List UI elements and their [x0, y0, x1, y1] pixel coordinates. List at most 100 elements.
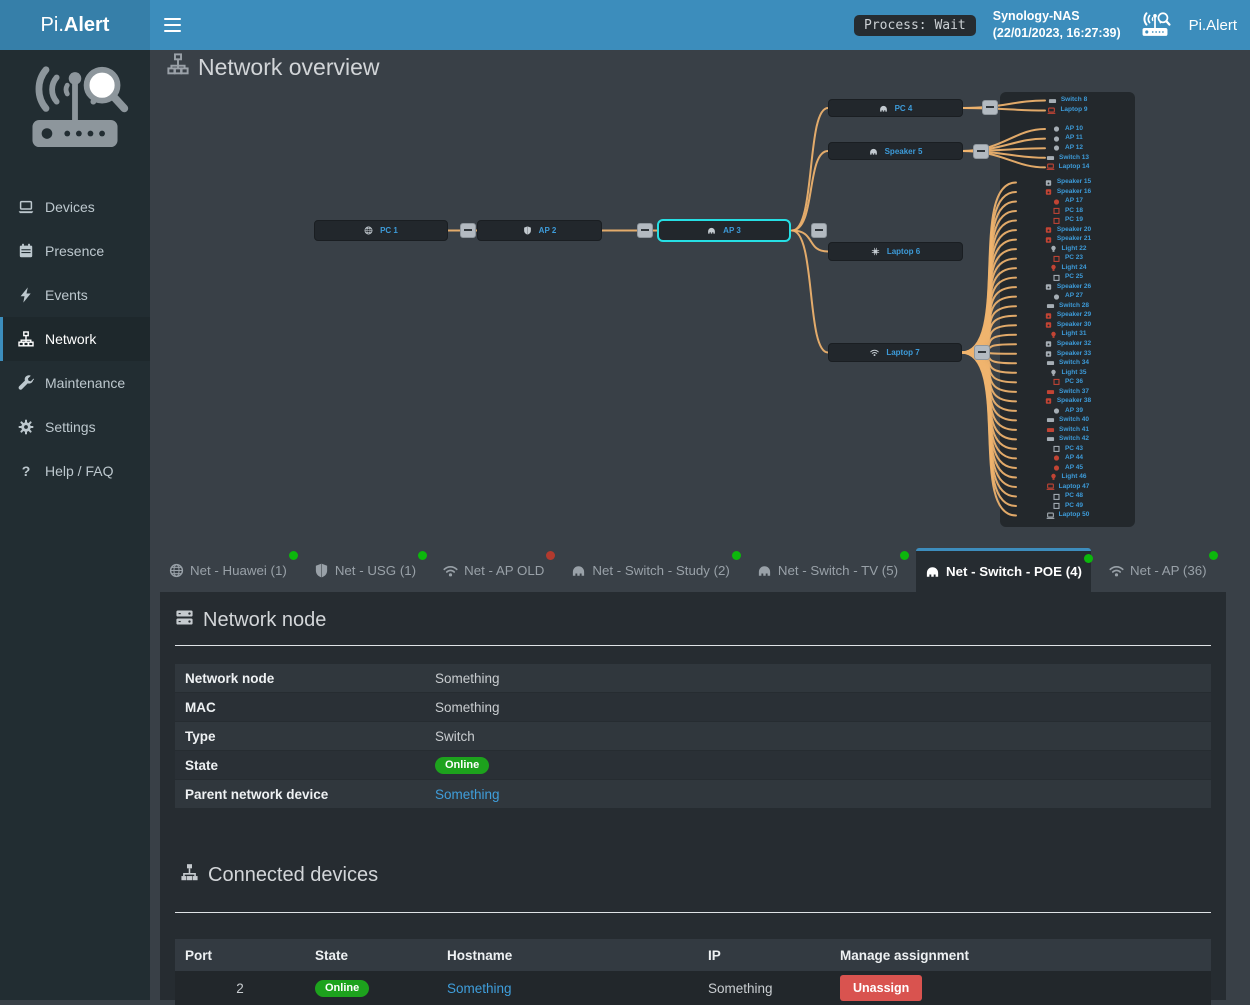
- sidebar-item-label: Devices: [45, 199, 95, 215]
- cluster-device[interactable]: PC 43: [1000, 444, 1135, 454]
- cluster-device[interactable]: Light 24: [1000, 263, 1135, 273]
- graph-node-ap3[interactable]: AP 3: [657, 219, 791, 242]
- network-tabs: Net - Huawei (1) Net - USG (1)Net - AP OL…: [160, 548, 1240, 592]
- cluster-device-label: AP 27: [1065, 293, 1083, 300]
- cluster-device[interactable]: Speaker 21: [1000, 235, 1135, 245]
- navbar-body: Process: Wait Synology-NAS (22/01/2023, …: [150, 0, 1250, 50]
- graph-node-laptop6[interactable]: Laptop 6: [828, 242, 963, 261]
- cluster-device[interactable]: Speaker 15: [1000, 178, 1135, 188]
- cluster-device[interactable]: AP 39: [1000, 406, 1135, 416]
- cluster-device[interactable]: PC 23: [1000, 254, 1135, 264]
- cluster-device[interactable]: Switch 34: [1000, 359, 1135, 369]
- cluster-device[interactable]: AP 44: [1000, 454, 1135, 464]
- cluster-device[interactable]: Speaker 26: [1000, 282, 1135, 292]
- graph-node-laptop7[interactable]: Laptop 7: [828, 343, 962, 362]
- cluster-device[interactable]: AP 17: [1000, 197, 1135, 207]
- collapse-node-button[interactable]: [460, 223, 476, 238]
- cluster-device-label: Light 24: [1062, 265, 1087, 272]
- graph-node-label: Laptop 7: [886, 348, 919, 357]
- tab-label: Net - AP (36): [1130, 563, 1207, 578]
- collapse-node-button[interactable]: [637, 223, 653, 238]
- cluster-device[interactable]: Light 46: [1000, 473, 1135, 483]
- cluster-device[interactable]: PC 36: [1000, 378, 1135, 388]
- ap-icon: [1052, 125, 1061, 133]
- speaker-icon: [1044, 350, 1053, 358]
- tab-net-ap-36[interactable]: Net - AP (36): [1100, 548, 1216, 592]
- graph-node-ap2[interactable]: AP 2: [477, 220, 602, 241]
- graph-node-speaker5[interactable]: Speaker 5: [828, 142, 963, 160]
- cluster-device[interactable]: Speaker 38: [1000, 397, 1135, 407]
- pc-icon: [1052, 274, 1061, 282]
- cluster-device[interactable]: PC 48: [1000, 492, 1135, 502]
- cluster-device[interactable]: Light 22: [1000, 244, 1135, 254]
- parent-device-link[interactable]: Something: [435, 787, 500, 802]
- brand-bold: Alert: [64, 14, 110, 37]
- tab-net-huawei-1[interactable]: Net - Huawei (1): [160, 548, 296, 592]
- tab-label: Net - Switch - TV (5): [778, 563, 898, 578]
- unassign-button[interactable]: Unassign: [840, 975, 922, 1001]
- cluster-device[interactable]: Switch 40: [1000, 416, 1135, 426]
- graph-node-pc1[interactable]: PC 1: [314, 220, 448, 241]
- cluster-device[interactable]: Laptop 14: [1000, 163, 1135, 173]
- pc-icon: [1052, 445, 1061, 453]
- sidebar-item-label: Network: [45, 331, 96, 347]
- cluster-device[interactable]: Switch 42: [1000, 435, 1135, 445]
- cluster-device[interactable]: Speaker 20: [1000, 225, 1135, 235]
- graph-node-label: PC 4: [895, 104, 913, 113]
- sidebar-toggle-button[interactable]: [164, 18, 184, 32]
- cluster-device[interactable]: AP 27: [1000, 292, 1135, 302]
- hostname-link[interactable]: Something: [447, 981, 512, 996]
- cluster-device[interactable]: AP 45: [1000, 463, 1135, 473]
- cluster-device[interactable]: AP 12: [1000, 143, 1135, 153]
- cluster-device[interactable]: AP 11: [1000, 134, 1135, 144]
- cluster-device[interactable]: Speaker 33: [1000, 349, 1135, 359]
- cluster-device[interactable]: Laptop 47: [1000, 482, 1135, 492]
- cluster-device[interactable]: Speaker 29: [1000, 311, 1135, 321]
- cluster-device[interactable]: Laptop 50: [1000, 511, 1135, 521]
- cluster-device[interactable]: AP 10: [1000, 124, 1135, 134]
- cluster-device[interactable]: Speaker 16: [1000, 187, 1135, 197]
- cluster-device[interactable]: PC 25: [1000, 273, 1135, 283]
- cluster-device[interactable]: Switch 41: [1000, 425, 1135, 435]
- tab-net-usg-1[interactable]: Net - USG (1): [305, 548, 425, 592]
- sidebar-item-presence[interactable]: Presence: [0, 229, 150, 273]
- graph-node-pc4[interactable]: PC 4: [828, 99, 963, 117]
- cluster-device[interactable]: Switch 37: [1000, 387, 1135, 397]
- manage-cell: Unassign: [830, 975, 1211, 1001]
- collapse-node-button[interactable]: [974, 345, 990, 360]
- cluster-device[interactable]: PC 19: [1000, 216, 1135, 226]
- tab-net-switch-poe-4[interactable]: Net - Switch - POE (4): [916, 548, 1091, 592]
- cluster-device[interactable]: Speaker 32: [1000, 340, 1135, 350]
- sidebar-item-settings[interactable]: Settings: [0, 405, 150, 449]
- cluster-device[interactable]: PC 18: [1000, 206, 1135, 216]
- cluster-device[interactable]: Switch 13: [1000, 153, 1135, 163]
- info-label: MAC: [175, 700, 435, 715]
- ip-cell: Something: [698, 981, 830, 996]
- tab-status-dot-green: [900, 551, 909, 560]
- sidebar-item-network[interactable]: Network: [0, 317, 150, 361]
- tab-net-ap-old[interactable]: Net - AP OLD: [434, 548, 553, 592]
- sidebar-item-maintenance[interactable]: Maintenance: [0, 361, 150, 405]
- tab-label: Net - Huawei (1): [190, 563, 287, 578]
- cluster-device[interactable]: Laptop 9: [1000, 106, 1135, 116]
- tab-net-switch-study-2[interactable]: Net - Switch - Study (2): [562, 548, 738, 592]
- tab-net-switch-tv-5[interactable]: Net - Switch - TV (5): [748, 548, 907, 592]
- cluster-device-label: PC 25: [1065, 274, 1083, 281]
- cluster-device[interactable]: Light 31: [1000, 330, 1135, 340]
- cluster-device[interactable]: PC 49: [1000, 501, 1135, 511]
- app-logo[interactable]: Pi.Alert: [0, 0, 150, 50]
- sidebar-item-events[interactable]: Events: [0, 273, 150, 317]
- collapse-node-button[interactable]: [982, 100, 998, 115]
- sidebar-item-help-faq[interactable]: ?Help / FAQ: [0, 449, 150, 493]
- cluster-device[interactable]: Switch 28: [1000, 301, 1135, 311]
- cluster-device[interactable]: Speaker 30: [1000, 320, 1135, 330]
- connected-devices-table: PortStateHostnameIPManage assignment2Onl…: [175, 939, 1211, 1005]
- column-header-port: Port: [175, 948, 305, 963]
- collapse-node-button[interactable]: [811, 223, 827, 238]
- cluster-device[interactable]: Switch 8: [1000, 96, 1135, 106]
- info-label: Type: [175, 729, 435, 744]
- collapse-node-button[interactable]: [973, 144, 989, 159]
- cluster-device-label: AP 45: [1065, 465, 1083, 472]
- sidebar-item-devices[interactable]: Devices: [0, 185, 150, 229]
- cluster-device[interactable]: Light 35: [1000, 368, 1135, 378]
